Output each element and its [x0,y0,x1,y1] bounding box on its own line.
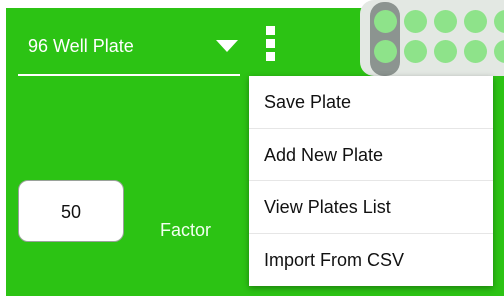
app-screen: 96 Well Plate 50 Factor Save Plate Add N… [0,0,504,296]
kebab-dot [265,39,275,48]
well[interactable] [374,40,397,63]
kebab-dot [265,26,275,35]
kebab-dot [265,52,275,61]
plate-type-dropdown[interactable]: 96 Well Plate [18,22,240,76]
menu-item-add-new-plate[interactable]: Add New Plate [249,129,493,181]
factor-label: Factor [160,220,212,240]
well[interactable] [494,40,504,63]
well[interactable] [434,10,457,33]
plate-type-selected: 96 Well Plate [28,36,134,56]
well[interactable] [374,10,397,33]
plate-preview[interactable] [360,0,504,76]
well[interactable] [434,40,457,63]
well[interactable] [404,10,427,33]
menu-item-view-plates-list[interactable]: View Plates List [249,181,493,234]
well[interactable] [404,40,427,63]
menu-item-save-plate[interactable]: Save Plate [249,76,493,129]
chevron-down-icon [216,40,238,52]
well[interactable] [494,10,504,33]
more-vert-icon[interactable] [262,26,278,68]
overflow-menu: Save Plate Add New Plate View Plates Lis… [249,76,493,286]
well[interactable] [464,10,487,33]
well[interactable] [464,40,487,63]
factor-input[interactable]: 50 [18,180,124,242]
menu-item-import-from-csv[interactable]: Import From CSV [249,234,493,287]
